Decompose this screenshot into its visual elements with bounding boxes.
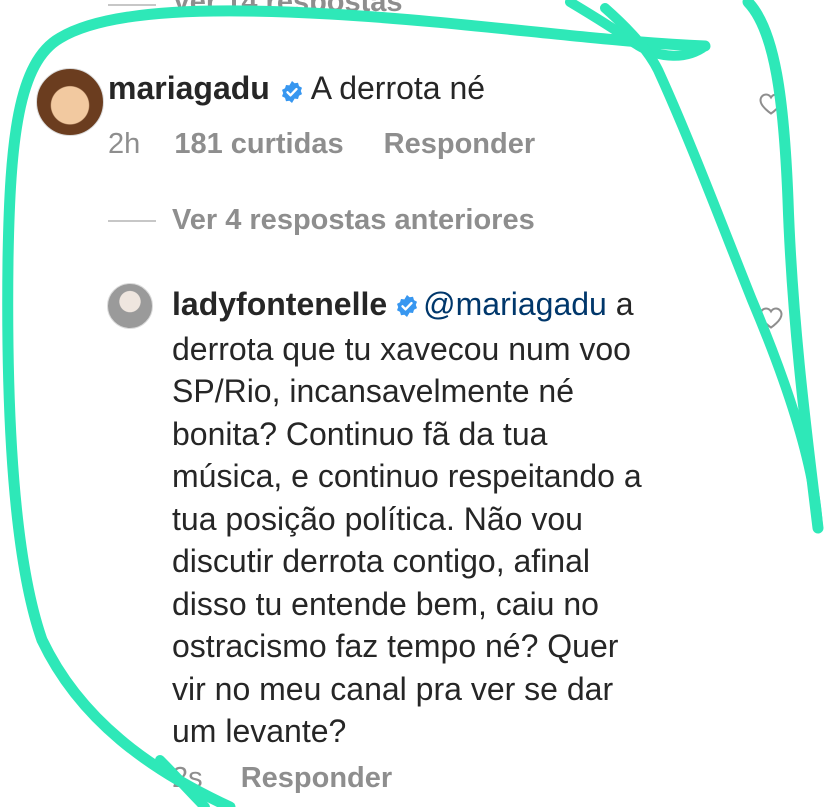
comment-meta: 2h 181 curtidas Responder [108, 128, 535, 161]
heart-icon[interactable] [758, 306, 784, 335]
reply-button[interactable]: Responder [241, 762, 392, 794]
mention-link[interactable]: @mariagadu [423, 286, 607, 322]
username[interactable]: ladyfontenelle [172, 286, 387, 322]
username[interactable]: mariagadu [108, 70, 270, 106]
comment-text-line: disso tu entende bem, caiu no [172, 585, 599, 622]
comment-text-line: vir no meu canal pra ver se dar [172, 670, 614, 707]
comment-body: ladyfontenelle @mariagadu a derrota que … [172, 283, 732, 753]
comment-text-line: a [606, 286, 634, 322]
comment-text-line: discutir derrota contigo, afinal [172, 543, 590, 580]
verified-badge-icon [274, 80, 306, 110]
heart-icon[interactable] [758, 92, 784, 121]
view-previous-replies[interactable]: Ver 4 respostas anteriores [172, 204, 535, 237]
comment-text: A derrota né [310, 70, 486, 106]
comment-text-line: derrota que tu xavecou num voo [172, 330, 631, 367]
avatar[interactable] [107, 283, 153, 329]
like-count[interactable]: 181 curtidas [174, 128, 343, 160]
view-replies-top[interactable]: Ver 14 respostas [172, 0, 403, 19]
comment-time: 2s [172, 762, 203, 794]
comment-text-line: música, e continuo respeitando a [172, 458, 642, 495]
reply-button[interactable]: Responder [384, 128, 535, 160]
avatar[interactable] [36, 68, 104, 136]
comment-text-line: um levante? [172, 713, 347, 750]
comment-text-line: bonita? Continuo fã da tua [172, 415, 548, 452]
thread-divider [108, 220, 156, 222]
comment-text-line: SP/Rio, incansavelmente né [172, 373, 574, 410]
comment-text-line: tua posição política. Não vou [172, 500, 583, 537]
comment-meta: 2s Responder [172, 762, 392, 795]
comment-text-line: ostracismo faz tempo né? Quer [172, 628, 619, 665]
comment-header: mariagadu A derrota né [108, 70, 485, 110]
thread-divider-top [108, 4, 156, 6]
comment-time: 2h [108, 128, 141, 160]
verified-badge-icon [387, 285, 423, 328]
